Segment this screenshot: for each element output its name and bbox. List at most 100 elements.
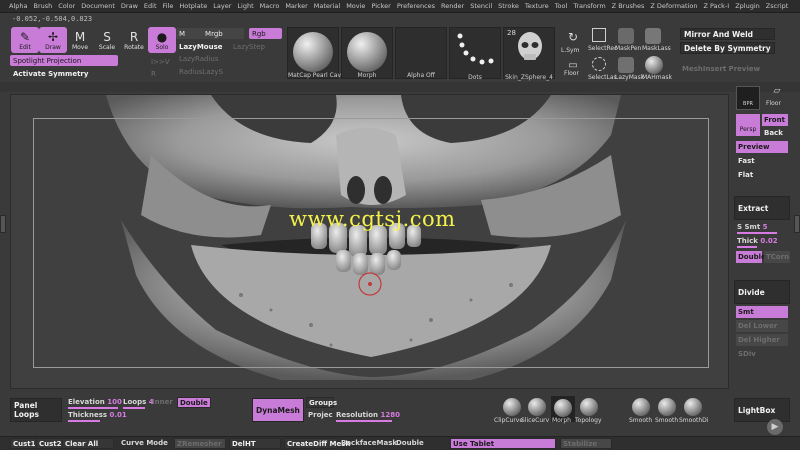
resolution-slider[interactable]: Resolution 1280 xyxy=(336,411,400,419)
canvas-viewport[interactable]: www.cgtsj.com xyxy=(10,94,729,389)
elevation-slider[interactable]: Elevation 100 xyxy=(68,398,122,406)
menu-item-z-pack-i[interactable]: Z Pack-I xyxy=(703,2,729,10)
menu-item-z-deformation[interactable]: Z Deformation xyxy=(650,2,697,10)
smooth-brush-icon[interactable] xyxy=(632,398,650,416)
menu-item-tool[interactable]: Tool xyxy=(555,2,568,10)
back-view-button[interactable]: Back xyxy=(762,127,783,139)
lazy-mask-icon[interactable] xyxy=(618,57,634,73)
topology-icon[interactable] xyxy=(580,398,598,416)
material-thumbnail[interactable]: MatCap Pearl Cav xyxy=(287,27,341,79)
right-tray-arrow-icon[interactable] xyxy=(794,215,800,233)
thickness-slider[interactable]: Thickness 0.01 xyxy=(68,411,127,419)
s-smt-slider-fill xyxy=(737,232,777,234)
perspective-button[interactable]: Persp xyxy=(736,114,760,136)
scale-button[interactable]: S Scale xyxy=(93,27,121,53)
menu-item-movie[interactable]: Movie xyxy=(346,2,365,10)
smooth-directional-icon[interactable] xyxy=(684,398,702,416)
s-smt-slider[interactable]: S Smt 5 xyxy=(737,223,767,231)
smooth-directional-label: SmoothDi xyxy=(679,417,709,424)
activate-symmetry-button[interactable]: Activate Symmetry xyxy=(10,68,91,79)
menu-item-marker[interactable]: Marker xyxy=(285,2,307,10)
m-toggle[interactable]: M Mrgb xyxy=(176,28,244,39)
backface-double-toggle[interactable]: Double xyxy=(396,439,424,447)
use-tablet-toggle[interactable]: Use Tablet xyxy=(450,438,556,449)
rgb-toggle[interactable]: Rgb xyxy=(249,28,282,39)
flat-button[interactable]: Flat xyxy=(736,169,753,181)
floor-icon[interactable]: ▭ xyxy=(562,60,584,71)
lazy-mouse-button[interactable]: LazyMouse xyxy=(176,41,226,52)
rotate-button[interactable]: R Rotate xyxy=(120,27,148,53)
menu-item-hotplate[interactable]: Hotplate xyxy=(179,2,207,10)
menu-item-transform[interactable]: Transform xyxy=(573,2,605,10)
menu-item-color[interactable]: Color xyxy=(58,2,75,10)
project-toggle[interactable]: Projec xyxy=(308,411,333,419)
menu-item-zscript[interactable]: Zscript xyxy=(766,2,789,10)
menu-item-alpha[interactable]: Alpha xyxy=(9,2,27,10)
menu-item-preferences[interactable]: Preferences xyxy=(397,2,435,10)
tool-thumbnail[interactable]: 28 Skin_ZSphere_4 xyxy=(503,27,555,81)
menu-item-render[interactable]: Render xyxy=(441,2,464,10)
solo-button[interactable]: ● Solo xyxy=(148,27,176,53)
scale-icon: S xyxy=(103,30,111,44)
backface-mask-toggle[interactable]: BackfaceMask xyxy=(341,439,397,447)
slice-curve-icon[interactable] xyxy=(528,398,546,416)
spotlight-projection-button[interactable]: Spotlight Projection xyxy=(10,55,118,66)
curve-mode-toggle[interactable]: Curve Mode xyxy=(121,439,168,447)
loops-slider[interactable]: Loops 4 xyxy=(123,398,154,406)
lightbox-button[interactable]: LightBox xyxy=(734,398,790,422)
thick-slider[interactable]: Thick 0.02 xyxy=(737,237,778,245)
menu-item-picker[interactable]: Picker xyxy=(371,2,390,10)
preview-button[interactable]: Preview xyxy=(736,141,788,153)
fast-button[interactable]: Fast xyxy=(736,155,755,167)
double-loops-toggle[interactable]: Double xyxy=(177,397,211,408)
bpr-button[interactable]: BPR xyxy=(736,86,760,110)
custom-1-button[interactable]: Cust1 xyxy=(10,438,39,449)
alpha-thumbnail[interactable]: Alpha Off xyxy=(395,27,447,79)
menu-item-edit[interactable]: Edit xyxy=(144,2,157,10)
delete-by-symmetry-button[interactable]: Delete By Symmetry xyxy=(680,42,775,54)
mrgb-toggle[interactable]: Mrgb xyxy=(205,30,223,38)
extract-button[interactable]: Extract xyxy=(734,196,790,220)
panel-loops-button[interactable]: Panel Loops xyxy=(10,398,62,422)
select-lasso-icon[interactable] xyxy=(592,57,606,71)
menu-item-light[interactable]: Light xyxy=(237,2,253,10)
brush-thumbnail[interactable]: Morph xyxy=(341,27,393,79)
mask-lasso-icon[interactable] xyxy=(645,28,661,44)
menu-item-draw[interactable]: Draw xyxy=(121,2,138,10)
stroke-thumbnail[interactable]: Dots xyxy=(449,27,501,81)
menu-item-macro[interactable]: Macro xyxy=(260,2,280,10)
edit-button[interactable]: ✎ Edit xyxy=(11,27,39,53)
menu-item-brush[interactable]: Brush xyxy=(33,2,52,10)
clear-all-button[interactable]: Clear All xyxy=(62,438,114,449)
move-button[interactable]: M Move xyxy=(66,27,94,53)
menu-item-layer[interactable]: Layer xyxy=(213,2,231,10)
local-symmetry-icon[interactable]: ↻ xyxy=(562,30,584,48)
clip-curve-icon[interactable] xyxy=(503,398,521,416)
divide-button[interactable]: Divide xyxy=(734,280,790,304)
menu-item-file[interactable]: File xyxy=(163,2,174,10)
play-overlay-icon[interactable]: ▶ xyxy=(767,419,783,435)
groups-toggle[interactable]: Groups xyxy=(306,397,337,408)
select-rect-icon[interactable] xyxy=(592,28,606,42)
front-view-button[interactable]: Front xyxy=(762,114,788,126)
menu-item-stencil[interactable]: Stencil xyxy=(470,2,492,10)
menu-item-stroke[interactable]: Stroke xyxy=(498,2,519,10)
menu-item-document[interactable]: Document xyxy=(81,2,115,10)
menu-item-z-brushes[interactable]: Z Brushes xyxy=(612,2,645,10)
delete-hidden-button[interactable]: DelHT xyxy=(229,438,281,449)
create-diff-mesh-button[interactable]: CreateDiff Mesh xyxy=(284,438,350,449)
del-lower-button: Del Lower xyxy=(736,320,788,332)
mah-mask-icon[interactable] xyxy=(645,56,663,74)
smooth-brush-2-icon[interactable] xyxy=(658,398,676,416)
mirror-and-weld-button[interactable]: Mirror And Weld xyxy=(680,28,775,40)
draw-button[interactable]: ✢ Draw xyxy=(39,27,67,53)
menu-item-zplugin[interactable]: Zplugin xyxy=(735,2,760,10)
mask-pen-icon[interactable] xyxy=(618,28,634,44)
dynamesh-button[interactable]: DynaMesh xyxy=(252,398,304,422)
left-tray-arrow-icon[interactable] xyxy=(0,215,6,233)
menu-item-texture[interactable]: Texture xyxy=(525,2,549,10)
menu-item-material[interactable]: Material xyxy=(314,2,340,10)
custom-2-button[interactable]: Cust2 xyxy=(36,438,65,449)
smt-toggle[interactable]: Smt xyxy=(736,306,788,318)
double-toggle[interactable]: Double xyxy=(736,251,766,263)
